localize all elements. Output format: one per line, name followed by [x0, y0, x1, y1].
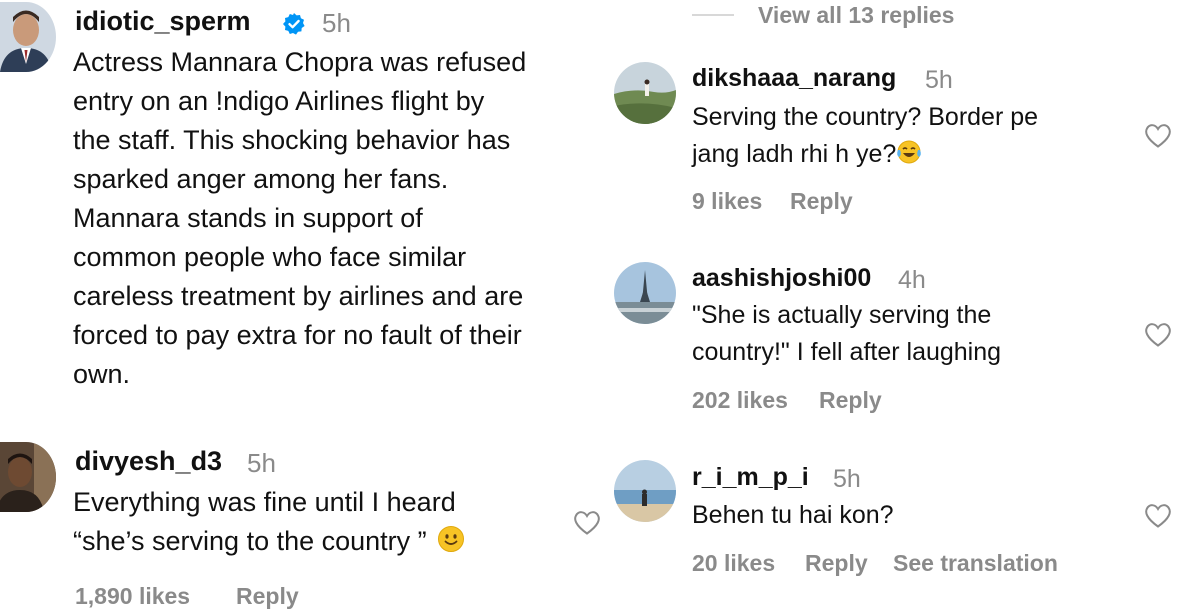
- comment-line: Everything was fine until I heard: [73, 487, 456, 517]
- caption-line: careless treatment by airlines and are: [73, 281, 524, 311]
- reply-line: Serving the country? Border pe: [692, 103, 1039, 131]
- avatar-r-i-m-p-i[interactable]: [614, 460, 676, 522]
- reply-likes[interactable]: 20 likes: [692, 550, 775, 577]
- comment-reply-button[interactable]: Reply: [236, 583, 299, 610]
- reply-line: jang ladh rhi h ye?: [692, 136, 1038, 176]
- caption-line: Actress Mannara Chopra was refused: [73, 47, 527, 77]
- post-caption: Actress Mannara Chopra was refused entry…: [73, 43, 526, 394]
- reply-username[interactable]: dikshaaa_narang: [692, 64, 896, 93]
- view-all-replies-button[interactable]: View all 13 replies: [758, 2, 954, 29]
- caption-line: common people who face similar: [73, 242, 467, 272]
- reply-reply-button[interactable]: Reply: [805, 550, 868, 577]
- see-translation-button[interactable]: See translation: [893, 550, 1058, 577]
- reply-text: Behen tu hai kon?: [692, 497, 894, 534]
- caption-line: own.: [73, 359, 131, 389]
- reply-time: 5h: [925, 66, 953, 94]
- reply-text: Serving the country? Border pe jang ladh…: [692, 99, 1038, 176]
- comment-username[interactable]: divyesh_d3: [75, 446, 222, 477]
- reply-likes[interactable]: 202 likes: [692, 387, 788, 414]
- reply-username[interactable]: r_i_m_p_i: [692, 463, 809, 492]
- caption-line: forced to pay extra for no fault of thei…: [73, 320, 522, 350]
- reply-username[interactable]: aashishjoshi00: [692, 264, 871, 293]
- reply-line: Behen tu hai kon?: [692, 501, 894, 529]
- comment-line-text: “she’s serving to the country ”: [73, 526, 427, 556]
- comment-line: “she’s serving to the country ”: [73, 522, 465, 564]
- caption-line: entry on an !ndigo Airlines flight by: [73, 86, 485, 116]
- reply-reply-button[interactable]: Reply: [790, 188, 853, 215]
- reply-reply-button[interactable]: Reply: [819, 387, 882, 414]
- reply-likes[interactable]: 9 likes: [692, 188, 762, 215]
- comment-time: 5h: [247, 448, 276, 478]
- avatar-image: [614, 460, 676, 522]
- heart-icon[interactable]: [1143, 501, 1173, 529]
- smile-emoji-icon: [437, 525, 465, 564]
- reply-time: 5h: [833, 465, 861, 493]
- caption-line: sparked anger among her fans.: [73, 164, 449, 194]
- reply-line-text: jang ladh rhi h ye?: [692, 140, 897, 168]
- avatar-aashishjoshi00[interactable]: [614, 262, 676, 324]
- avatar-image: [614, 262, 676, 324]
- comment-text: Everything was fine until I heard “she’s…: [73, 483, 465, 564]
- reply-time: 4h: [898, 266, 926, 294]
- comment-likes[interactable]: 1,890 likes: [75, 583, 190, 610]
- verified-badge-icon: [282, 12, 306, 36]
- laughing-tears-emoji-icon: [896, 139, 922, 176]
- avatar-idiotic-sperm[interactable]: [0, 2, 56, 72]
- replies-divider: [692, 14, 734, 16]
- reply-text: "She is actually serving the country!" I…: [692, 297, 1001, 371]
- caption-line: Mannara stands in support of: [73, 203, 423, 233]
- avatar-image: [614, 62, 676, 124]
- avatar-divyesh-d3[interactable]: [0, 442, 56, 512]
- reply-line: country!" I fell after laughing: [692, 338, 1002, 366]
- reply-line: "She is actually serving the: [692, 301, 992, 329]
- avatar-dikshaaa-narang[interactable]: [614, 62, 676, 124]
- heart-icon[interactable]: [1143, 320, 1173, 348]
- heart-icon[interactable]: [1143, 121, 1173, 149]
- heart-icon[interactable]: [572, 508, 602, 536]
- caption-line: the staff. This shocking behavior has: [73, 125, 511, 155]
- post-time: 5h: [322, 8, 351, 38]
- post-username[interactable]: idiotic_sperm: [75, 6, 251, 37]
- avatar-image: [0, 2, 56, 72]
- avatar-image: [0, 442, 56, 512]
